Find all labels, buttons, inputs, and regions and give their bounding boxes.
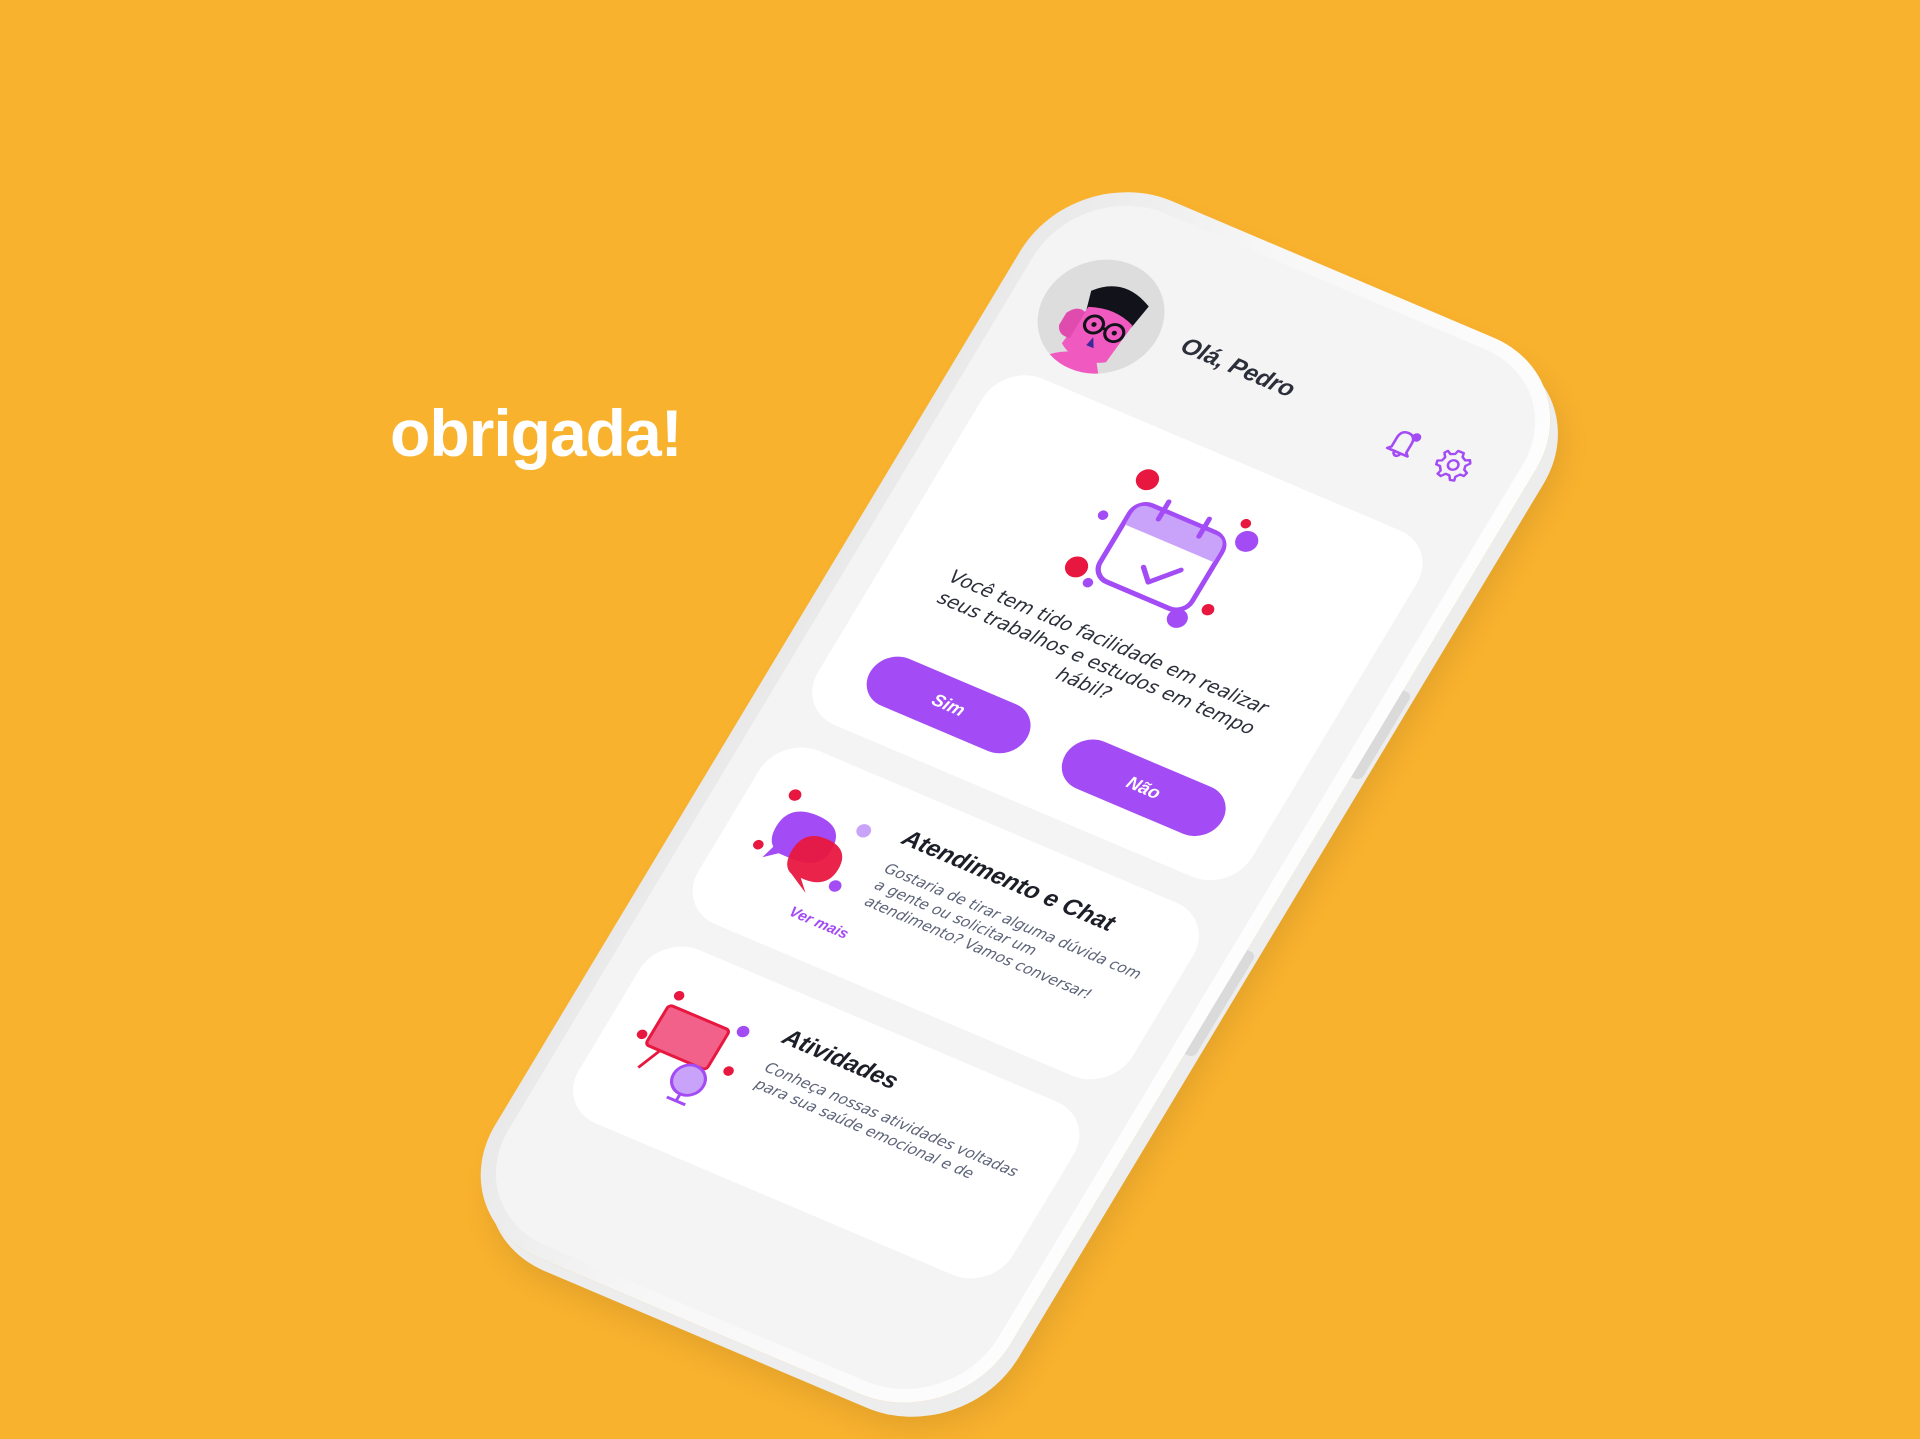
greeting-text: Olá, Pedro: [1175, 332, 1301, 403]
phone-mockup: Olá, Pedro Você tem tido facilidade em r…: [440, 160, 1591, 1435]
avatar[interactable]: [1014, 241, 1188, 393]
avatar-illustration: [1042, 286, 1149, 382]
chat-bubbles-icon: [753, 789, 872, 893]
bell-icon[interactable]: [1374, 418, 1432, 468]
app-screen: Olá, Pedro Você tem tido facilidade em r…: [460, 177, 1571, 1418]
gear-icon[interactable]: [1425, 439, 1483, 489]
thanks-heading: obrigada!: [390, 396, 683, 470]
easel-globe-icon: [636, 991, 750, 1107]
